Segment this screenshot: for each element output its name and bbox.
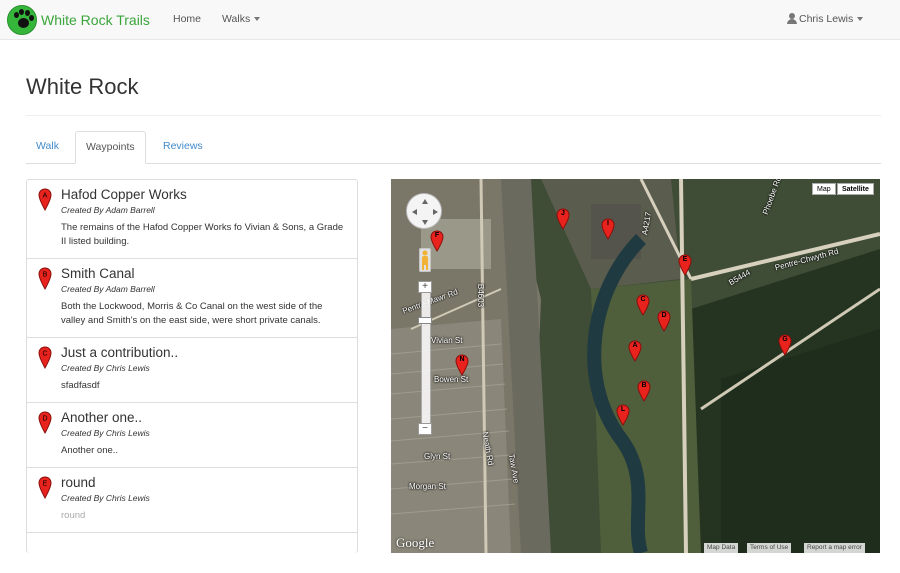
map-marker-icon[interactable]: L bbox=[616, 404, 630, 426]
map-marker-icon: C bbox=[38, 346, 52, 370]
waypoint-description: Another one.. bbox=[61, 445, 119, 456]
road-label: Vivian St bbox=[431, 336, 463, 345]
zoom-slider-handle[interactable] bbox=[418, 317, 432, 324]
map-marker-icon: B bbox=[38, 267, 52, 291]
svg-text:D: D bbox=[42, 416, 47, 423]
svg-text:B: B bbox=[43, 272, 48, 279]
waypoint-title: Smith Canal bbox=[61, 266, 135, 281]
waypoint-author: Created By Adam Barrell bbox=[61, 284, 155, 294]
list-item[interactable]: C Just a contribution.. Created By Chris… bbox=[27, 338, 357, 403]
user-name: Chris Lewis bbox=[799, 13, 854, 25]
list-item[interactable]: B Smith Canal Created By Adam Barrell Bo… bbox=[27, 259, 357, 338]
map-marker-icon[interactable]: F bbox=[430, 230, 444, 252]
waypoint-title: Hafod Copper Works bbox=[61, 187, 187, 202]
brand-name: White Rock Trails bbox=[41, 12, 150, 28]
pegman-icon[interactable] bbox=[418, 247, 432, 273]
chevron-down-icon bbox=[857, 17, 864, 22]
waypoint-author: Created By Chris Lewis bbox=[61, 428, 150, 438]
report-map-error-link[interactable]: Report a map error bbox=[804, 543, 865, 553]
waypoint-description: Both the Lockwood, Morris & Co Canal on … bbox=[61, 301, 323, 326]
nav-home[interactable]: Home bbox=[173, 13, 201, 25]
map-data-link[interactable]: Map Data bbox=[704, 543, 739, 553]
brand-link[interactable]: White Rock Trails bbox=[7, 5, 150, 35]
user-icon bbox=[787, 13, 797, 24]
nav-walks-dropdown[interactable]: Walks bbox=[222, 13, 261, 25]
zoom-in-button[interactable]: + bbox=[418, 281, 432, 293]
zoom-out-button[interactable]: − bbox=[418, 423, 432, 435]
waypoint-description: The remains of the Hafod Copper Works fo… bbox=[61, 222, 344, 247]
svg-text:C: C bbox=[42, 351, 47, 358]
map-marker-icon[interactable]: G bbox=[778, 334, 792, 356]
nav-walks-label: Walks bbox=[222, 13, 251, 25]
zoom-slider-track[interactable] bbox=[421, 283, 431, 435]
tab-waypoints[interactable]: Waypoints bbox=[75, 131, 146, 164]
terms-of-use-link[interactable]: Terms of Use bbox=[747, 543, 792, 553]
waypoint-description: sfadfasdf bbox=[61, 380, 100, 391]
waypoint-author: Created By Chris Lewis bbox=[61, 493, 150, 503]
map-marker-icon: A bbox=[38, 188, 52, 212]
map-marker-icon[interactable]: D bbox=[657, 310, 671, 332]
list-item[interactable]: E round Created By Chris Lewis round bbox=[27, 468, 357, 533]
road-label: Morgan St bbox=[409, 482, 446, 491]
road-label: Bowen St bbox=[434, 375, 469, 384]
svg-text:A: A bbox=[43, 193, 48, 200]
map-marker-icon: D bbox=[38, 411, 52, 435]
tab-bar: Walk Waypoints Reviews bbox=[26, 131, 881, 164]
map-marker-icon[interactable]: C bbox=[636, 294, 650, 316]
top-navbar: White Rock Trails Home Walks Chris Lewis bbox=[0, 0, 900, 40]
google-logo: Google bbox=[396, 535, 435, 550]
page-title: White Rock bbox=[26, 74, 139, 99]
paw-logo-icon bbox=[7, 5, 37, 35]
road-label: Glyn St bbox=[424, 452, 451, 461]
map-marker-icon[interactable]: A bbox=[628, 340, 642, 362]
divider bbox=[26, 115, 881, 116]
map-marker-icon: E bbox=[38, 476, 52, 500]
waypoint-list: A Hafod Copper Works Created By Adam Bar… bbox=[26, 179, 358, 553]
tab-walk[interactable]: Walk bbox=[26, 131, 69, 164]
road-label: B4603 bbox=[476, 283, 486, 308]
chevron-down-icon bbox=[254, 17, 261, 22]
map-type-map-button[interactable]: Map bbox=[812, 183, 836, 195]
map-type-satellite-button[interactable]: Satellite bbox=[837, 183, 874, 195]
waypoint-author: Created By Chris Lewis bbox=[61, 363, 150, 373]
map-marker-icon[interactable]: J bbox=[556, 208, 570, 230]
map-marker-icon[interactable]: I bbox=[601, 218, 615, 240]
list-item[interactable]: A Hafod Copper Works Created By Adam Bar… bbox=[27, 180, 357, 259]
waypoint-author: Created By Adam Barrell bbox=[61, 205, 155, 215]
satellite-map[interactable]: Pentre-Mawr Rd B4603 Vivian St Bowen St … bbox=[391, 179, 880, 553]
svg-text:E: E bbox=[43, 481, 48, 488]
map-marker-icon[interactable]: N bbox=[455, 354, 469, 376]
waypoint-description: round bbox=[61, 510, 86, 521]
map-marker-icon[interactable]: E bbox=[678, 254, 692, 276]
map-marker-icon[interactable]: B bbox=[637, 380, 651, 402]
list-item[interactable]: D Another one.. Created By Chris Lewis A… bbox=[27, 403, 357, 468]
waypoint-title: round bbox=[61, 475, 96, 490]
user-menu-dropdown[interactable]: Chris Lewis bbox=[787, 13, 864, 25]
pan-control-icon[interactable] bbox=[406, 193, 442, 229]
tab-reviews[interactable]: Reviews bbox=[153, 131, 213, 164]
waypoint-title: Another one.. bbox=[61, 410, 143, 425]
waypoint-title: Just a contribution.. bbox=[61, 345, 179, 360]
